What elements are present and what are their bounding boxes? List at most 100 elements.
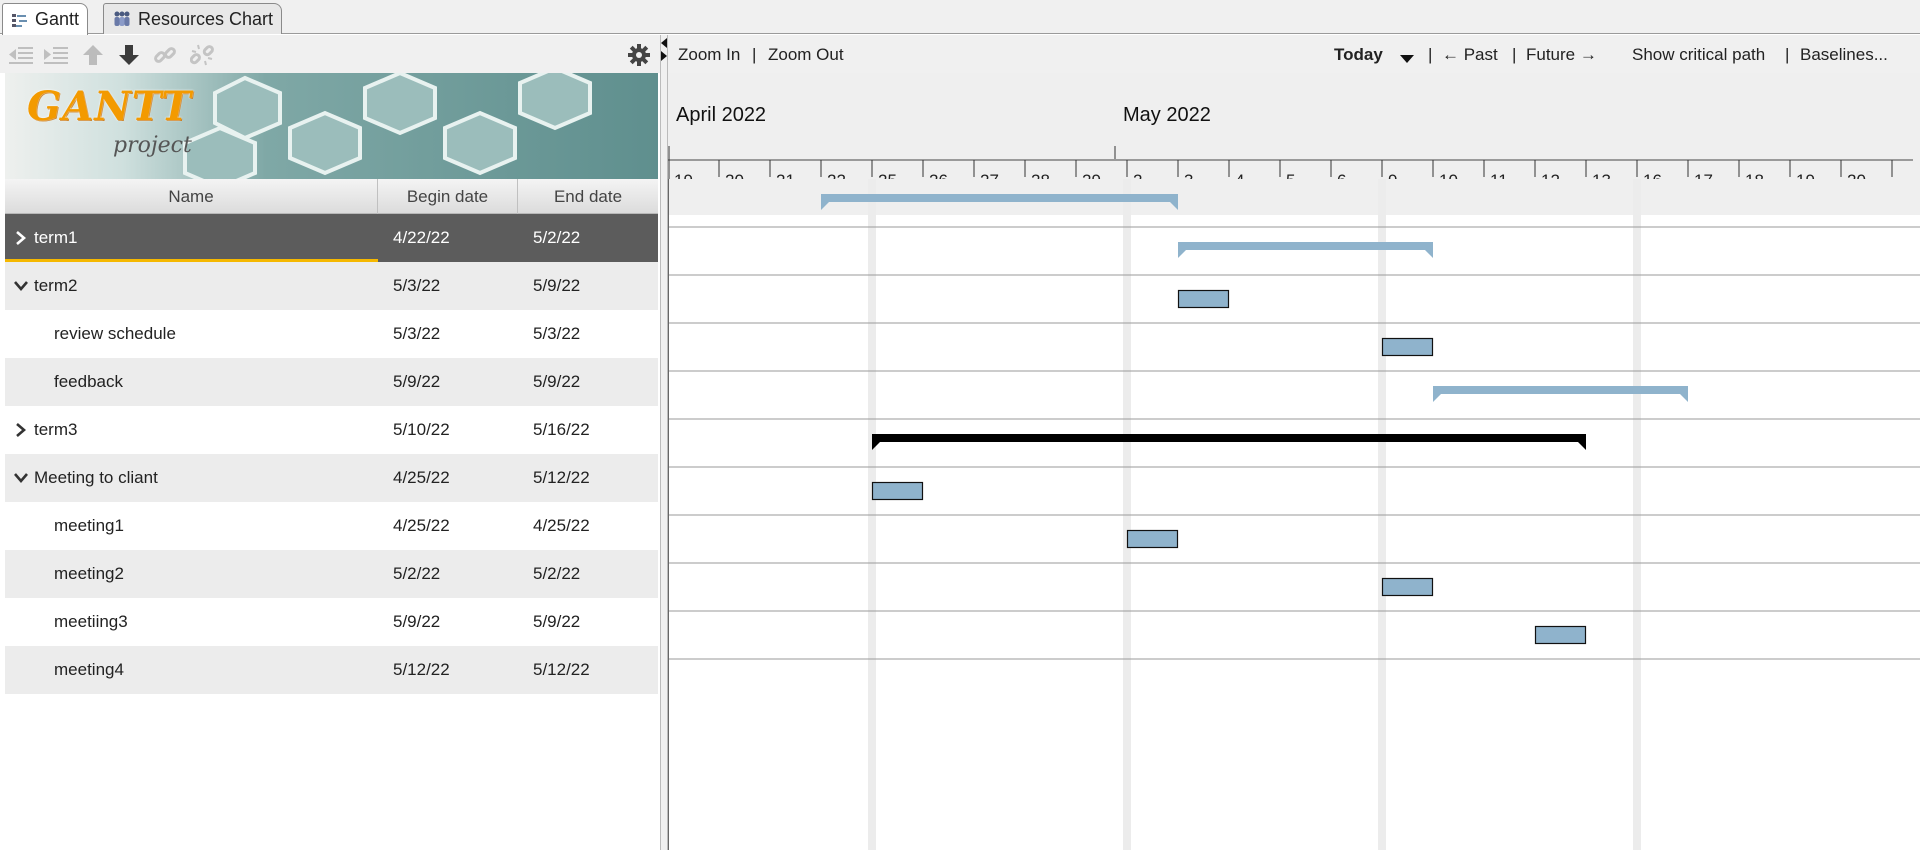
separator: | [1428, 45, 1433, 64]
task-bar [1126, 529, 1179, 549]
task-name: term1 [34, 228, 78, 247]
gear-icon[interactable] [626, 42, 652, 68]
column-header-begin-date[interactable]: Begin date [378, 179, 518, 214]
day-label: 21 [776, 171, 795, 179]
show-critical-path-button[interactable]: Show critical path [1632, 45, 1765, 65]
task-name: term3 [34, 420, 78, 439]
gantt-chart-area[interactable] [668, 179, 1920, 850]
day-label: 19 [1796, 171, 1815, 179]
task-begin-date: 4/22/22 [393, 228, 450, 247]
task-begin-date: 5/9/22 [393, 372, 441, 391]
task-rows: term1 4/22/22 5/2/22 term2 5/3/22 5/9/22 revie… [5, 214, 658, 694]
move-up-icon[interactable] [80, 42, 106, 68]
task-name: Meeting to cliant [34, 468, 158, 487]
task-end-date: 5/9/22 [533, 372, 581, 391]
day-label: 12 [1541, 171, 1560, 179]
task-bar [1381, 337, 1434, 357]
tab-gantt[interactable]: Gantt [2, 3, 89, 35]
day-label: 4 [1235, 171, 1244, 179]
day-label: 6 [1337, 171, 1346, 179]
summary-bar[interactable] [1178, 242, 1433, 258]
task-row[interactable]: term2 5/3/22 5/9/22 [5, 262, 658, 310]
task-end-date: 5/16/22 [533, 420, 590, 439]
task-name: term2 [34, 276, 78, 295]
task-row[interactable]: feedback 5/9/22 5/9/22 [5, 358, 658, 406]
task-row[interactable]: meeting2 5/2/22 5/2/22 [5, 550, 658, 598]
summary-bar[interactable] [872, 434, 1586, 450]
task-end-date: 5/9/22 [533, 276, 581, 295]
task-row[interactable]: meeting1 4/25/22 4/25/22 [5, 502, 658, 550]
day-label: 27 [980, 171, 999, 179]
task-end-date: 5/9/22 [533, 612, 581, 631]
task-row[interactable]: Meeting to cliant 4/25/22 5/12/22 [5, 454, 658, 502]
day-label: 5 [1286, 171, 1295, 179]
pane-splitter[interactable] [660, 35, 668, 850]
task-bar [1381, 577, 1434, 597]
outdent-icon[interactable] [8, 42, 34, 68]
gantt-chart-panel: Zoom In | Zoom Out Today | ← Past | Futu… [668, 35, 1920, 850]
today-button[interactable]: Today [1334, 45, 1383, 65]
task-name: review schedule [54, 324, 176, 343]
column-header-end-date[interactable]: End date [518, 179, 658, 214]
month-label: May 2022 [1123, 104, 1211, 126]
day-label: 29 [1082, 171, 1101, 179]
link-icon[interactable] [152, 42, 178, 68]
future-button[interactable]: Future → [1526, 45, 1597, 65]
task-row[interactable]: review schedule 5/3/22 5/3/22 [5, 310, 658, 358]
task-toolbar [0, 35, 660, 73]
day-label: 2 [1133, 171, 1142, 179]
day-label: 17 [1694, 171, 1713, 179]
task-row[interactable]: term3 5/10/22 5/16/22 [5, 406, 658, 454]
day-label: 3 [1184, 171, 1193, 179]
task-begin-date: 5/3/22 [393, 324, 441, 343]
day-label: 26 [929, 171, 948, 179]
task-end-date: 5/12/22 [533, 468, 590, 487]
day-label: 20 [1847, 171, 1866, 179]
task-name: meeting2 [54, 564, 124, 583]
task-bar [1534, 625, 1587, 645]
day-label: 22 [827, 171, 846, 179]
past-button[interactable]: ← Past [1442, 45, 1498, 65]
day-label: 10 [1439, 171, 1458, 179]
day-label: 20 [725, 171, 744, 179]
column-header-name[interactable]: Name [5, 179, 378, 214]
task-begin-date: 4/25/22 [393, 468, 450, 487]
task-name: meetiing3 [54, 612, 128, 631]
separator: | [1512, 45, 1517, 64]
day-label: 28 [1031, 171, 1050, 179]
day-label: 19 [674, 171, 693, 179]
separator: | [752, 45, 757, 64]
indent-icon[interactable] [43, 42, 69, 68]
task-row[interactable]: meetiing3 5/9/22 5/9/22 [5, 598, 658, 646]
task-end-date: 5/2/22 [533, 228, 581, 247]
tab-resources-chart[interactable]: Resources Chart [103, 3, 283, 34]
separator: | [1785, 45, 1790, 64]
day-label: 9 [1388, 171, 1397, 179]
task-begin-date: 5/10/22 [393, 420, 450, 439]
day-label: 16 [1643, 171, 1662, 179]
task-end-date: 5/12/22 [533, 660, 590, 679]
day-label: 13 [1592, 171, 1611, 179]
day-label: 11 [1490, 171, 1508, 179]
people-icon [112, 10, 132, 28]
task-row[interactable]: meeting4 5/12/22 5/12/22 [5, 646, 658, 694]
summary-bar[interactable] [1433, 386, 1688, 402]
zoom-out-button[interactable]: Zoom Out [768, 45, 844, 65]
task-row[interactable]: term1 4/22/22 5/2/22 [5, 214, 658, 262]
task-end-date: 4/25/22 [533, 516, 590, 535]
move-down-icon[interactable] [116, 42, 142, 68]
task-name: meeting1 [54, 516, 124, 535]
tab-resources-label: Resources Chart [138, 8, 274, 29]
unlink-icon[interactable] [189, 42, 215, 68]
task-tree-panel: GANTT project Name Begin date End date t… [0, 35, 660, 850]
baselines-button[interactable]: Baselines... [1800, 45, 1888, 65]
logo-main-text: GANTT [27, 83, 192, 130]
task-bar [871, 481, 924, 501]
zoom-in-button[interactable]: Zoom In [678, 45, 740, 65]
today-dropdown-icon[interactable] [1400, 49, 1414, 69]
task-begin-date: 5/12/22 [393, 660, 450, 679]
month-label: April 2022 [676, 104, 766, 126]
chart-toolbar: Zoom In | Zoom Out Today | ← Past | Futu… [668, 35, 1920, 73]
gantt-icon [11, 12, 29, 28]
task-end-date: 5/3/22 [533, 324, 581, 343]
